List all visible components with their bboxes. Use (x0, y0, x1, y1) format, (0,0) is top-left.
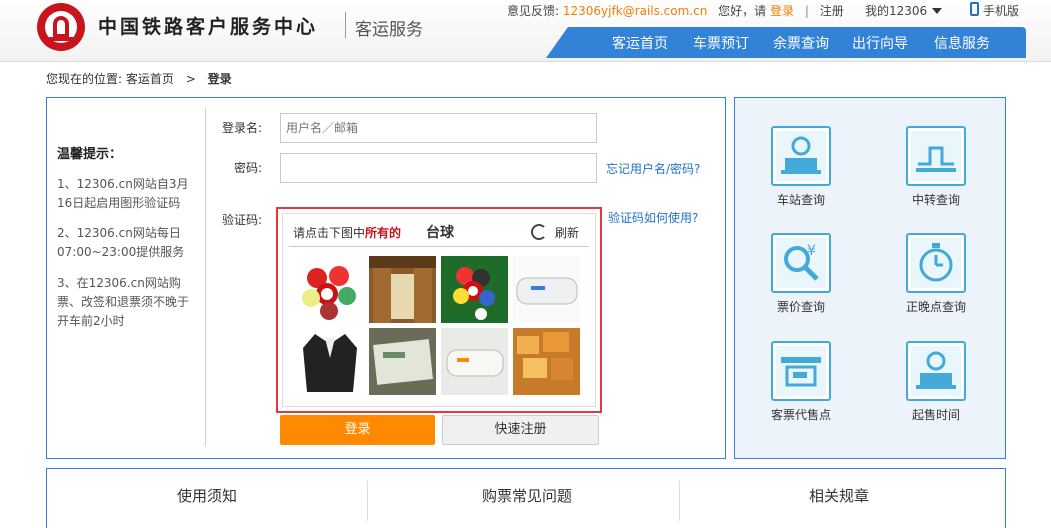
station-query-label[interactable]: 车站查询 (751, 191, 851, 208)
captcha-widget: 请点击下图中所有的 台球 刷新 (276, 207, 602, 413)
captcha-image-billiards-table[interactable] (441, 256, 508, 323)
top-links: 意见反馈: 12306yjfk@rails.com.cn 您好，请 登录 | 注… (507, 2, 844, 19)
captcha-target-word: 台球 (426, 225, 454, 241)
nav-item-tickets-left[interactable]: 余票查询 (773, 33, 829, 53)
feedback-email-link[interactable]: 12306yjfk@rails.com.cn (563, 4, 707, 18)
captcha-prompt-text: 请点击下图中 (293, 226, 366, 240)
captcha-image-card[interactable] (369, 328, 436, 395)
fare-query-label[interactable]: 票价查询 (751, 298, 851, 315)
greeting-text: 您好，请 (718, 4, 767, 18)
nav-item-booking[interactable]: 车票预订 (693, 33, 749, 53)
transfer-query-label[interactable]: 中转查询 (886, 191, 986, 208)
refresh-icon[interactable] (531, 224, 547, 240)
header: 中国铁路客户服务中心 客运服务 意见反馈: 12306yjfk@rails.co… (0, 0, 1051, 62)
login-button[interactable]: 登录 (280, 415, 435, 445)
mobile-version-link[interactable]: 手机版 (983, 2, 1019, 19)
punctuality-query-icon[interactable] (906, 233, 966, 293)
tab-regulations[interactable]: 相关规章 (679, 485, 999, 506)
punctuality-query-label[interactable]: 正晚点查询 (886, 298, 986, 315)
captcha-image-curtains[interactable] (369, 256, 436, 323)
ticket-agency-label[interactable]: 客票代售点 (751, 406, 851, 423)
captcha-image-food[interactable] (513, 328, 580, 395)
password-input[interactable] (280, 153, 597, 183)
captcha-image-water-heater[interactable] (513, 256, 580, 323)
link-separator: | (804, 4, 809, 18)
title-divider (345, 12, 346, 38)
nav-item-home[interactable]: 客运首页 (612, 33, 668, 53)
chevron-down-icon[interactable] (932, 8, 942, 14)
username-input[interactable] (280, 113, 597, 143)
login-panel: 温馨提示： 1、12306.cn网站自3月16日起启用图形验证码 2、12306… (46, 97, 726, 459)
main-nav: 客运首页 车票预订 余票查询 出行向导 信息服务 (546, 27, 1026, 58)
captcha-image-billiards-balls[interactable] (297, 256, 364, 323)
svg-text:¥: ¥ (807, 243, 816, 259)
login-link[interactable]: 登录 (770, 4, 794, 18)
breadcrumb-prefix: 您现在的位置: (46, 72, 123, 86)
railway-logo-icon[interactable] (37, 3, 85, 51)
username-label: 登录名: (222, 121, 263, 135)
captcha-refresh-button[interactable]: 刷新 (555, 224, 579, 241)
captcha-prompt-emphasis: 所有的 (365, 226, 402, 240)
site-subtitle: 客运服务 (355, 20, 423, 40)
bottom-info-tabs: 使用须知 购票常见问题 相关规章 (46, 468, 1006, 528)
tips-title: 温馨提示： (57, 147, 123, 162)
transfer-query-icon[interactable] (906, 126, 966, 186)
quick-links-panel: 车站查询 中转查询 ¥ 票价查询 正晚点查询 客票代售点 起售时间 (734, 97, 1006, 459)
tab-usage-notes[interactable]: 使用须知 (47, 485, 367, 506)
mobile-phone-icon (970, 2, 979, 16)
captcha-image-water-heater-2[interactable] (441, 328, 508, 395)
forgot-password-link[interactable]: 忘记用户名/密码? (606, 160, 700, 177)
register-link[interactable]: 注册 (820, 4, 844, 18)
nav-item-travel-guide[interactable]: 出行向导 (852, 33, 908, 53)
site-title: 中国铁路客户服务中心 (98, 16, 319, 38)
panel-divider (205, 108, 206, 446)
sale-time-icon[interactable] (906, 341, 966, 401)
captcha-label: 验证码: (222, 213, 263, 227)
captcha-help-link[interactable]: 验证码如何使用? (608, 209, 698, 226)
breadcrumb-arrow: > (185, 72, 196, 86)
breadcrumb: 您现在的位置: 客运首页 > 登录 (46, 70, 232, 87)
quick-register-button[interactable]: 快速注册 (442, 415, 599, 445)
tip-item: 1、12306.cn网站自3月16日起启用图形验证码 (57, 177, 189, 210)
captcha-divider (289, 246, 589, 247)
sale-time-label[interactable]: 起售时间 (886, 406, 986, 423)
password-label: 密码: (234, 161, 263, 175)
breadcrumb-current: 登录 (207, 72, 232, 86)
my12306-menu[interactable]: 我的12306 (865, 2, 927, 19)
ticket-agency-icon[interactable] (771, 341, 831, 401)
station-query-icon[interactable] (771, 126, 831, 186)
captcha-image-suit-jacket[interactable] (297, 328, 364, 395)
nav-item-info-service[interactable]: 信息服务 (934, 33, 990, 53)
captcha-frame: 请点击下图中所有的 台球 刷新 (282, 213, 596, 407)
tip-item: 2、12306.cn网站每日07:00~23:00提供服务 (57, 226, 185, 259)
tab-purchase-faq[interactable]: 购票常见问题 (367, 485, 687, 506)
breadcrumb-home-link[interactable]: 客运首页 (126, 72, 174, 86)
feedback-label: 意见反馈: (507, 4, 560, 18)
tip-item: 3、在12306.cn网站购票、改签和退票须不晚于开车前2小时 (57, 276, 190, 328)
captcha-prompt: 请点击下图中所有的 (293, 224, 401, 241)
fare-query-icon[interactable]: ¥ (771, 233, 831, 293)
